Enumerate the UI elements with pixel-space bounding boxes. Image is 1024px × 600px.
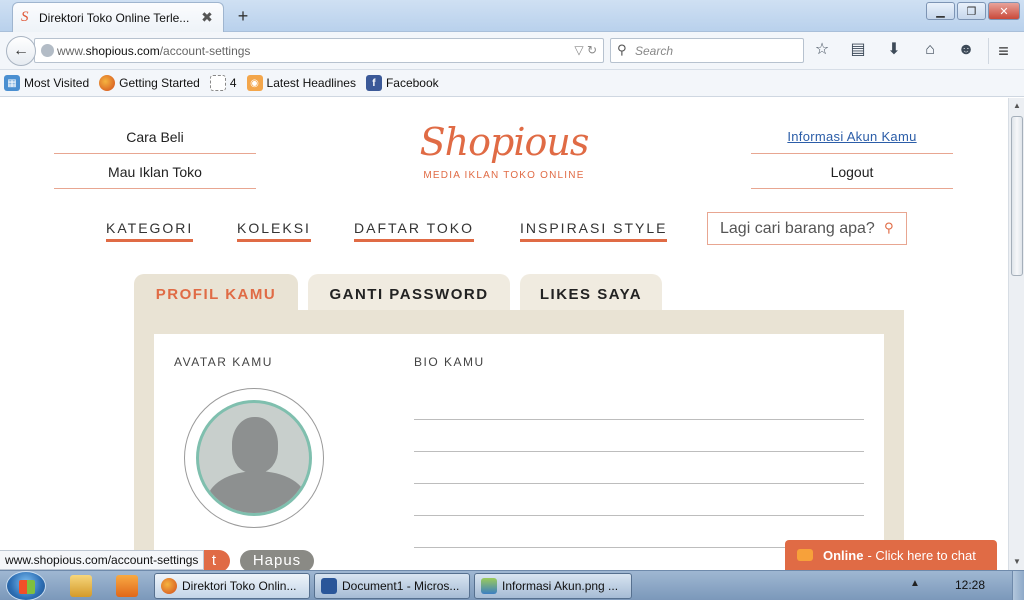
most-visited-icon: ▦ [4, 75, 20, 91]
tab-likes-saya[interactable]: LIKES SAYA [520, 274, 662, 312]
new-tab-button[interactable]: + [234, 6, 252, 27]
bookmark-label: 4 [229, 76, 237, 90]
bio-line[interactable] [414, 483, 864, 484]
logo-wordmark: Shopious [419, 120, 590, 164]
link-cara-beli[interactable]: Cara Beli [54, 120, 256, 154]
taskbar-item-word[interactable]: Document1 - Micros... [314, 573, 470, 599]
search-icon[interactable]: ⚲ [884, 220, 898, 235]
explorer-icon[interactable] [70, 575, 92, 597]
bookmarks-toolbar: ▦ Most Visited Getting Started 4 ◉ Lates… [0, 70, 1024, 97]
browser-search-input[interactable]: ⚲ Search [610, 38, 804, 63]
clock[interactable]: 12:28 [955, 578, 985, 592]
avatar-placeholder-icon [196, 400, 312, 516]
chat-bubble-icon [797, 549, 813, 561]
url-bar[interactable]: www.shopious.com/account-settings ▽ ↻ [34, 38, 604, 63]
link-mau-iklan-toko[interactable]: Mau Iklan Toko [54, 155, 256, 189]
taskbar-item-label: Direktori Toko Onlin... [182, 579, 297, 593]
bookmark-label: Latest Headlines [266, 76, 356, 90]
nav-kategori[interactable]: KATEGORI [106, 220, 194, 242]
scroll-up-icon[interactable]: ▲ [1009, 98, 1024, 114]
windows-logo-icon [19, 580, 35, 594]
chat-status: Online [823, 547, 864, 563]
windows-taskbar: Direktori Toko Onlin... Document1 - Micr… [0, 570, 1024, 600]
tab-close-icon[interactable]: ✖ [199, 9, 215, 26]
browser-search-placeholder: Search [635, 43, 674, 58]
site-search-placeholder: Lagi cari barang apa? [720, 219, 875, 237]
folder-icon [209, 75, 226, 91]
show-desktop-button[interactable] [1012, 571, 1024, 600]
download-icon[interactable]: ⬇ [884, 40, 904, 60]
menu-icon[interactable]: ≡ [988, 38, 1018, 64]
back-button[interactable]: ← [6, 36, 36, 66]
bookmark-most-visited[interactable]: ▦ Most Visited [4, 75, 89, 91]
shopious-favicon-icon: S [21, 9, 29, 25]
scrollbar-thumb[interactable] [1011, 116, 1023, 276]
window-restore-button[interactable]: ❐ [957, 2, 986, 20]
status-url: www.shopious.com/account-settings [0, 550, 205, 570]
firefox-icon [99, 75, 116, 91]
site-logo[interactable]: Shopious MEDIA IKLAN TOKO ONLINE [404, 116, 604, 181]
reload-icon[interactable]: ▽ ↻ [574, 43, 597, 57]
search-icon: ⚲ [617, 42, 627, 57]
avatar-label: AVATAR KAMU [174, 355, 273, 369]
link-informasi-akun[interactable]: Informasi Akun Kamu [751, 120, 953, 154]
bookmark-label: Getting Started [119, 76, 200, 90]
bio-line[interactable] [414, 451, 864, 452]
taskbar-item-image[interactable]: Informasi Akun.png ... [474, 573, 632, 599]
reading-list-icon[interactable]: ▤ [848, 40, 868, 60]
taskbar-item-label: Document1 - Micros... [342, 579, 460, 593]
bookmark-facebook[interactable]: f Facebook [365, 75, 439, 91]
site-search-input[interactable]: Lagi cari barang apa? ⚲ [707, 212, 907, 245]
rss-icon: ◉ [246, 75, 263, 91]
home-icon[interactable]: ⌂ [920, 40, 940, 60]
delete-avatar-button[interactable]: Hapus [240, 550, 314, 570]
logo-tagline: MEDIA IKLAN TOKO ONLINE [423, 170, 585, 181]
chat-smiley-icon[interactable]: ☻ [956, 40, 976, 60]
word-icon [321, 578, 337, 594]
page-viewport: Cara Beli Mau Iklan Toko Shopious MEDIA … [0, 98, 1008, 570]
tab-ganti-password[interactable]: GANTI PASSWORD [308, 274, 510, 312]
profile-card: AVATAR KAMU BIO KAMU [154, 334, 884, 570]
bookmark-folder-4[interactable]: 4 [209, 75, 237, 91]
bio-line[interactable] [414, 515, 864, 516]
link-logout[interactable]: Logout [751, 155, 953, 189]
bio-label: BIO KAMU [414, 355, 485, 369]
navigation-toolbar: www.shopious.com/account-settings ▽ ↻ ← … [0, 32, 1024, 70]
url-text: www.shopious.com/account-settings [57, 43, 251, 58]
firefox-icon [161, 578, 177, 594]
page-scrollbar[interactable]: ▲ ▼ [1008, 98, 1024, 570]
paint-icon [481, 578, 497, 594]
nav-inspirasi-style[interactable]: INSPIRASI STYLE [520, 220, 668, 242]
tab-title: Direktori Toko Online Terle... [39, 10, 190, 25]
facebook-icon: f [365, 75, 382, 91]
bookmark-label: Facebook [385, 76, 439, 90]
nav-daftar-toko[interactable]: DAFTAR TOKO [354, 220, 475, 242]
chat-text: - Click here to chat [867, 547, 976, 563]
bookmark-getting-started[interactable]: Getting Started [99, 75, 200, 91]
profile-panel: AVATAR KAMU BIO KAMU [134, 310, 904, 570]
tab-profil-kamu[interactable]: PROFIL KAMU [134, 274, 298, 312]
media-player-icon[interactable] [116, 575, 138, 597]
taskbar-item-firefox[interactable]: Direktori Toko Onlin... [154, 573, 310, 599]
bookmark-star-icon[interactable]: ☆ [812, 40, 832, 60]
scroll-down-icon[interactable]: ▼ [1009, 554, 1024, 570]
window-close-button[interactable]: ✕ [988, 2, 1020, 20]
browser-titlebar: S Direktori Toko Online Terle... ✖ + ▁ ❐… [0, 0, 1024, 32]
toolbar-icons: ☆ ▤ ⬇ ⌂ ☻ [812, 40, 976, 60]
site-identity-icon[interactable] [41, 44, 54, 57]
nav-koleksi[interactable]: KOLEKSI [237, 220, 311, 242]
live-chat-button[interactable]: Online - Click here to chat [785, 540, 997, 570]
start-button[interactable] [6, 571, 46, 600]
bio-line[interactable] [414, 419, 864, 420]
window-minimize-button[interactable]: ▁ [926, 2, 955, 20]
bookmark-label: Most Visited [24, 76, 90, 90]
bookmark-latest-headlines[interactable]: ◉ Latest Headlines [246, 75, 356, 91]
taskbar-item-label: Informasi Akun.png ... [502, 579, 619, 593]
tray-expand-icon[interactable]: ▲ [910, 578, 920, 589]
browser-tab[interactable]: S Direktori Toko Online Terle... ✖ [12, 2, 224, 32]
avatar[interactable] [184, 388, 324, 528]
